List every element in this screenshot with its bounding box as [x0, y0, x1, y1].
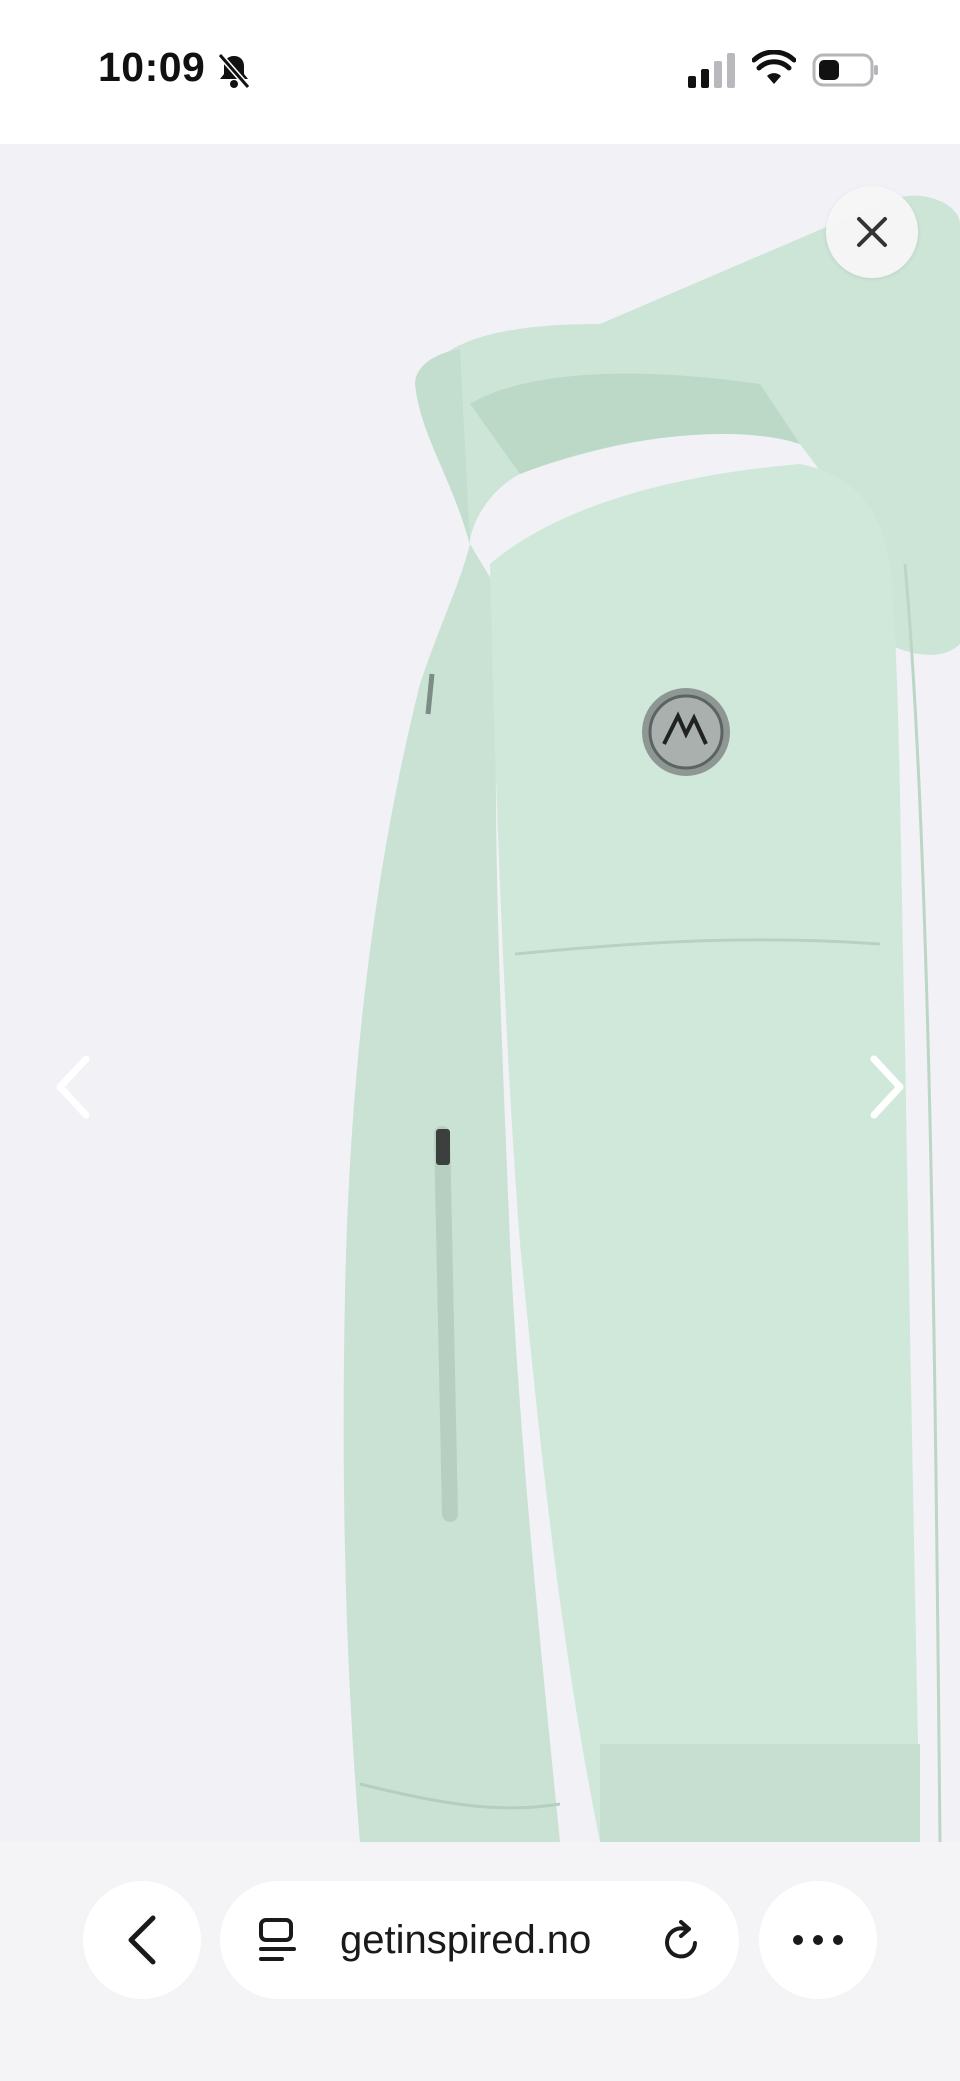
- status-bar: 10:09: [0, 0, 960, 144]
- reader-mode-icon[interactable]: [258, 1917, 298, 1963]
- close-icon: [857, 217, 887, 247]
- next-image-button[interactable]: [858, 1047, 918, 1127]
- previous-image-button[interactable]: [42, 1047, 102, 1127]
- reload-icon[interactable]: [661, 1919, 703, 1963]
- back-icon: [128, 1915, 156, 1965]
- cellular-signal-icon: [688, 53, 735, 88]
- more-icon: [793, 1935, 843, 1945]
- image-viewer[interactable]: [0, 144, 960, 1842]
- battery-icon: [812, 53, 878, 87]
- wifi-icon: [752, 50, 796, 84]
- bell-slash-icon: [217, 53, 251, 89]
- address-bar[interactable]: getinspired.no: [220, 1881, 739, 1999]
- product-image: [343, 195, 960, 1842]
- close-button[interactable]: [826, 186, 918, 278]
- chevron-right-icon: [870, 1055, 904, 1119]
- more-button[interactable]: [759, 1881, 877, 1999]
- url-text[interactable]: getinspired.no: [340, 1918, 591, 1963]
- back-button[interactable]: [83, 1881, 201, 1999]
- chevron-left-icon: [56, 1055, 90, 1119]
- status-time: 10:09: [98, 44, 206, 90]
- browser-toolbar: getinspired.no: [0, 1842, 960, 2081]
